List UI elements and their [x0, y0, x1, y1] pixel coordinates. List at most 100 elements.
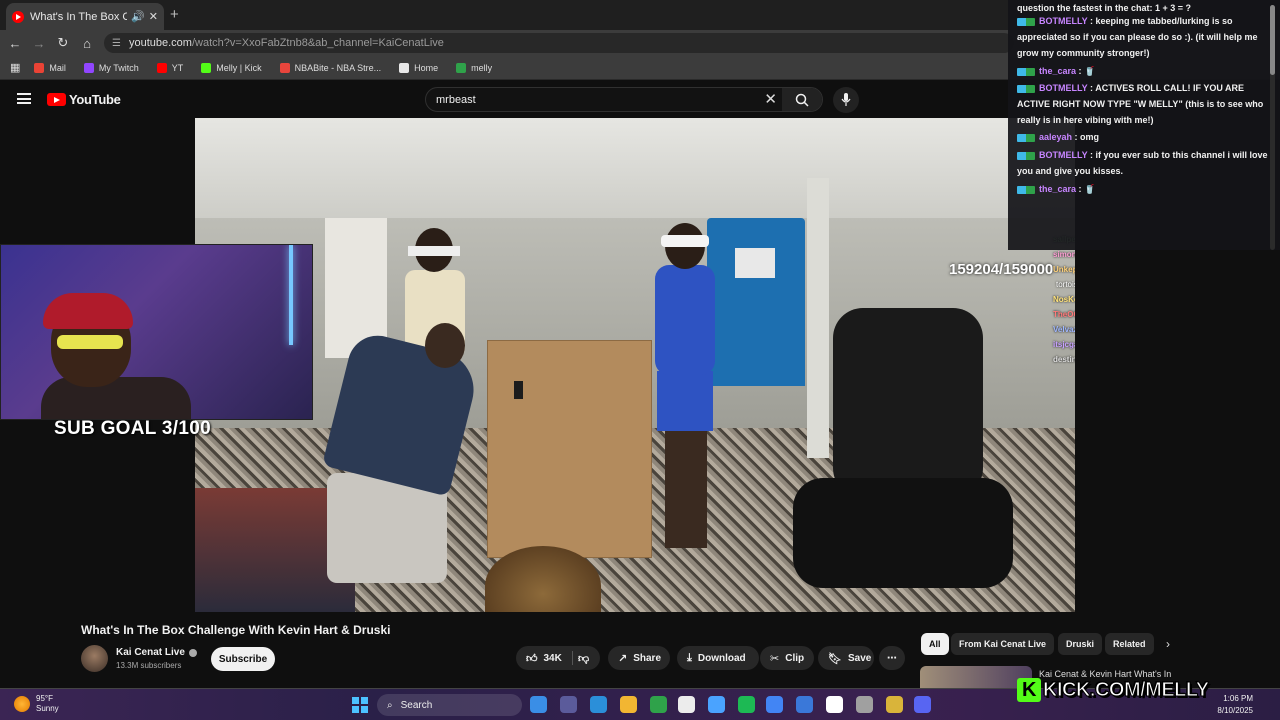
taskbar-search-label: Search — [400, 699, 433, 711]
subscribe-button[interactable]: Subscribe — [211, 647, 275, 671]
url-host: youtube.com — [128, 37, 192, 49]
chat-message: BOTMELLY : ACTIVES ROLL CALL! IF YOU ARE… — [1017, 80, 1273, 128]
chat-badge-icon — [1017, 67, 1035, 76]
bookmark-item[interactable]: melly — [456, 62, 492, 73]
weather-widget[interactable]: 95°F Sunny — [14, 694, 59, 714]
video-player[interactable]: 159204/159000 sallpe:turtle like hold up… — [195, 118, 1075, 612]
reload-icon[interactable]: ↻ — [51, 35, 75, 51]
save-button[interactable]: 🔖︎ Save — [818, 646, 874, 670]
bookmark-favicon-icon — [83, 62, 94, 73]
bookmark-item[interactable]: Melly | Kick — [201, 62, 262, 73]
taskbar-app-icon[interactable] — [826, 696, 843, 713]
overlay-chat-line: Velvazza:poor turtle he scared — [1053, 322, 1075, 337]
bookmark-item[interactable]: Mail — [34, 62, 66, 73]
chat-username[interactable]: BOTMELLY — [1039, 83, 1088, 93]
filter-chip[interactable]: Related — [1105, 633, 1154, 655]
close-tab-icon[interactable]: ✕ — [149, 10, 158, 23]
bookmark-label: My Twitch — [98, 62, 139, 73]
thumbs-up-icon: 👍︎ — [526, 652, 538, 665]
chat-scrollbar-thumb[interactable] — [1270, 5, 1275, 75]
voice-search-button[interactable] — [833, 87, 859, 113]
bookmark-item[interactable]: NBABite - NBA Stre... — [279, 62, 381, 73]
taskbar-app-icon[interactable] — [796, 696, 813, 713]
overlay-chat-line: NosKe:poor turtle — [1053, 292, 1075, 307]
overlay-chat-user: UnkeptGnu: — [1053, 265, 1075, 274]
youtube-favicon-icon — [12, 10, 24, 23]
chat-text: : omg — [1074, 132, 1100, 142]
taskbar-search[interactable]: ⌕ Search — [377, 694, 522, 716]
chat-scrollbar[interactable] — [1270, 5, 1275, 250]
overlay-counter: 159204/159000 — [949, 261, 1054, 278]
taskbar-app-icon[interactable] — [650, 696, 667, 713]
bookmark-item[interactable]: My Twitch — [83, 62, 139, 73]
taskbar-app-icon[interactable] — [620, 696, 637, 713]
download-button[interactable]: ⤓ Download — [677, 646, 759, 670]
chat-username[interactable]: aaleyah — [1039, 132, 1072, 142]
back-icon[interactable]: ← — [3, 36, 27, 51]
windows-start-icon[interactable] — [352, 697, 368, 713]
taskbar-app-icon[interactable] — [886, 696, 903, 713]
chat-badge-icon — [1017, 17, 1035, 26]
home-icon[interactable]: ⌂ — [75, 36, 99, 51]
site-info-icon[interactable]: ☰ — [112, 38, 121, 49]
taskbar-app-icon[interactable] — [856, 696, 873, 713]
chat-message: the_cara : 🥤 — [1017, 181, 1273, 197]
taskbar-app-icon[interactable] — [590, 696, 607, 713]
address-bar[interactable]: ☰ youtube.com/watch?v=XxoFabZtnb8&ab_cha… — [104, 33, 1014, 53]
forward-icon[interactable]: → — [27, 36, 51, 51]
overlay-chat-user: NosKe: — [1053, 295, 1075, 304]
clip-button[interactable]: ✂ Clip — [760, 646, 814, 670]
search-input[interactable]: mrbeast ✕ — [425, 87, 823, 112]
filter-chip[interactable]: From Kai Cenat Live — [951, 633, 1055, 655]
new-tab-icon[interactable]: + — [170, 6, 179, 23]
taskbar-app-icon[interactable] — [914, 696, 931, 713]
filter-chip[interactable]: Druski — [1058, 633, 1103, 655]
taskbar-app-icon[interactable] — [738, 696, 755, 713]
filter-chip[interactable]: All — [921, 633, 949, 655]
chevron-right-icon[interactable]: › — [1166, 637, 1170, 651]
speaker-icon[interactable]: 🔊 — [131, 10, 145, 23]
chat-username[interactable]: the_cara — [1039, 66, 1076, 76]
kick-url: KICK.COM/MELLY — [1043, 678, 1210, 701]
taskbar-app-icon[interactable] — [560, 696, 577, 713]
thumbs-down-icon[interactable]: 👎︎ — [578, 652, 589, 665]
bookmark-label: Home — [414, 62, 439, 73]
taskbar-app-icon[interactable] — [708, 696, 725, 713]
taskbar-app-icon[interactable] — [678, 696, 695, 713]
subscriber-count: 13.3M subscribers — [116, 661, 182, 670]
share-button[interactable]: ↗ Share — [608, 646, 670, 670]
chat-message: aaleyah : omg — [1017, 129, 1273, 145]
channel-avatar[interactable] — [81, 645, 108, 672]
bookmark-favicon-icon — [201, 62, 212, 73]
clear-search-icon[interactable]: ✕ — [764, 90, 777, 108]
chat-username[interactable]: BOTMELLY — [1039, 150, 1088, 160]
youtube-play-icon — [47, 93, 66, 106]
like-count: 34K — [543, 652, 562, 664]
taskbar-app-icon[interactable] — [766, 696, 783, 713]
search-button[interactable] — [782, 88, 822, 111]
bookmark-label: Mail — [49, 62, 66, 73]
tab-title: What's In The Box Challeng — [30, 10, 128, 23]
download-icon: ⤓ — [687, 651, 692, 664]
video-scene-person — [635, 223, 725, 553]
browser-tab[interactable]: What's In The Box Challeng 🔊 ✕ — [6, 3, 164, 30]
video-title: What's In The Box Challenge With Kevin H… — [81, 623, 391, 637]
share-icon: ↗ — [618, 652, 628, 665]
clock-time: 1:06 PM — [1223, 694, 1253, 703]
like-button[interactable]: 👍︎ 34K 👎︎ — [516, 646, 600, 670]
chat-username[interactable]: the_cara — [1039, 184, 1076, 194]
more-actions-icon[interactable]: ⋯ — [879, 646, 905, 670]
chat-username[interactable]: BOTMELLY — [1039, 16, 1088, 26]
chat-badge-icon — [1017, 185, 1035, 194]
clock-date: 8/10/2025 — [1217, 706, 1253, 715]
scissors-icon: ✂ — [770, 652, 780, 665]
streamer-webcam — [0, 244, 313, 420]
bookmark-item[interactable]: YT — [156, 62, 183, 73]
channel-name[interactable]: Kai Cenat Live — [116, 647, 197, 658]
apps-grid-icon[interactable]: ▦ — [10, 61, 20, 74]
bookmark-item[interactable]: Home — [399, 62, 439, 73]
youtube-logo[interactable]: YouTube — [47, 92, 121, 107]
system-clock[interactable]: 1:06 PM 8/10/2025 — [1213, 693, 1253, 717]
taskbar-app-icon[interactable] — [530, 696, 547, 713]
menu-icon[interactable] — [17, 93, 31, 104]
